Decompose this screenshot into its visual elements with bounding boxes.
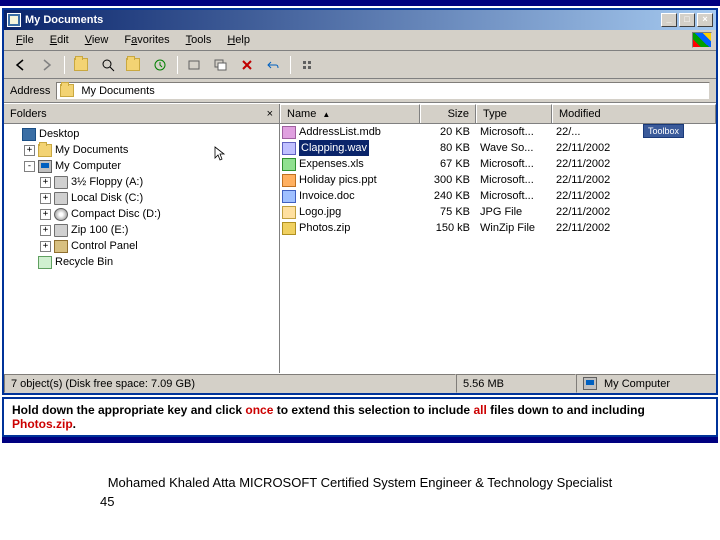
expand-toggle[interactable]: - bbox=[24, 161, 35, 172]
expand-toggle[interactable]: + bbox=[40, 225, 51, 236]
close-button[interactable]: × bbox=[697, 13, 713, 27]
expand-toggle[interactable]: + bbox=[40, 193, 51, 204]
folders-header: Folders × bbox=[4, 104, 279, 124]
page-number: 45 bbox=[100, 494, 720, 509]
tree-cpanel[interactable]: +Control Panel bbox=[40, 238, 279, 254]
tree-floppy[interactable]: +3½ Floppy (A:) bbox=[40, 174, 279, 190]
folders-button[interactable] bbox=[123, 55, 145, 75]
menubar: FileEditViewFavoritesToolsHelp bbox=[4, 30, 716, 51]
menu-favorites[interactable]: Favorites bbox=[116, 32, 177, 48]
folder-icon bbox=[7, 13, 21, 27]
wav-icon bbox=[282, 142, 296, 155]
file-row[interactable]: Holiday pics.ppt300 KBMicrosoft...22/11/… bbox=[280, 172, 716, 188]
status-location: My Computer bbox=[576, 374, 716, 393]
cpanel-icon bbox=[54, 240, 68, 253]
menu-file[interactable]: File bbox=[8, 32, 42, 48]
address-input[interactable]: My Documents bbox=[56, 82, 710, 100]
col-modified[interactable]: Modified bbox=[552, 104, 716, 123]
tree-mycomp[interactable]: -My Computer bbox=[24, 158, 279, 174]
file-row[interactable]: Photos.zip150 kBWinZip File22/11/2002 bbox=[280, 220, 716, 236]
ppt-icon bbox=[282, 174, 296, 187]
drive-icon bbox=[54, 192, 68, 205]
up-button[interactable] bbox=[71, 55, 93, 75]
file-list-pane: Name ▲ Size Type Modified Toolbox Addres… bbox=[280, 104, 716, 373]
instruction-text: Hold down the appropriate key and click … bbox=[2, 397, 718, 437]
minimize-button[interactable]: _ bbox=[661, 13, 677, 27]
statusbar: 7 object(s) (Disk free space: 7.09 GB) 5… bbox=[4, 373, 716, 393]
tree-recycle[interactable]: Recycle Bin bbox=[24, 254, 279, 270]
file-list[interactable]: Toolbox AddressList.mdb20 KBMicrosoft...… bbox=[280, 124, 716, 373]
drive-icon bbox=[54, 224, 68, 237]
menu-view[interactable]: View bbox=[77, 32, 117, 48]
computer-icon bbox=[583, 377, 597, 390]
expand-toggle[interactable]: + bbox=[40, 241, 51, 252]
titlebar[interactable]: My Documents _ □ × bbox=[4, 10, 716, 30]
delete-button[interactable] bbox=[236, 55, 258, 75]
explorer-window: My Documents _ □ × FileEditViewFavorites… bbox=[2, 8, 718, 395]
move-button[interactable] bbox=[184, 55, 206, 75]
drive-icon bbox=[54, 176, 68, 189]
maximize-button[interactable]: □ bbox=[679, 13, 695, 27]
addressbar: Address My Documents bbox=[4, 79, 716, 103]
computer-icon bbox=[38, 160, 52, 173]
folder-icon bbox=[60, 84, 74, 97]
back-button[interactable] bbox=[10, 55, 32, 75]
xls-icon bbox=[282, 158, 296, 171]
jpg-icon bbox=[282, 206, 296, 219]
status-size: 5.56 MB bbox=[456, 374, 576, 393]
expand-toggle[interactable]: + bbox=[40, 177, 51, 188]
menu-help[interactable]: Help bbox=[219, 32, 258, 48]
tree-localc[interactable]: +Local Disk (C:) bbox=[40, 190, 279, 206]
undo-button[interactable] bbox=[262, 55, 284, 75]
copy-button[interactable] bbox=[210, 55, 232, 75]
desktop-icon bbox=[22, 128, 36, 141]
windows-logo-icon bbox=[692, 32, 712, 48]
file-row[interactable]: Clapping.wav80 KBWave So...22/11/2002 bbox=[280, 140, 716, 156]
list-header: Name ▲ Size Type Modified bbox=[280, 104, 716, 124]
db-icon bbox=[282, 126, 296, 139]
expand-toggle[interactable]: + bbox=[24, 145, 35, 156]
content-area: Folders × Desktop+My Documents-My Comput… bbox=[4, 103, 716, 373]
status-objects: 7 object(s) (Disk free space: 7.09 GB) bbox=[4, 374, 456, 393]
cd-icon bbox=[54, 208, 68, 221]
close-pane-button[interactable]: × bbox=[267, 108, 273, 120]
folder-tree[interactable]: Desktop+My Documents-My Computer+3½ Flop… bbox=[4, 124, 279, 373]
folder-icon bbox=[38, 144, 52, 157]
window-title: My Documents bbox=[25, 14, 659, 26]
col-name[interactable]: Name ▲ bbox=[280, 104, 420, 123]
forward-button[interactable] bbox=[36, 55, 58, 75]
zip-icon bbox=[282, 222, 296, 235]
tree-mydocs[interactable]: +My Documents bbox=[24, 142, 279, 158]
file-row[interactable]: Expenses.xls67 KBMicrosoft...22/11/2002 bbox=[280, 156, 716, 172]
folders-pane: Folders × Desktop+My Documents-My Comput… bbox=[4, 104, 280, 373]
menu-tools[interactable]: Tools bbox=[178, 32, 220, 48]
tree-cd[interactable]: +Compact Disc (D:) bbox=[40, 206, 279, 222]
credit-line: Mohamed Khaled Atta MICROSOFT Certified … bbox=[0, 475, 720, 490]
toolbar bbox=[4, 51, 716, 79]
menu-edit[interactable]: Edit bbox=[42, 32, 77, 48]
tree-desktop[interactable]: Desktop bbox=[8, 126, 279, 142]
address-label: Address bbox=[10, 85, 50, 97]
file-row[interactable]: Logo.jpg75 KBJPG File22/11/2002 bbox=[280, 204, 716, 220]
col-type[interactable]: Type bbox=[476, 104, 552, 123]
expand-toggle[interactable]: + bbox=[40, 209, 51, 220]
history-button[interactable] bbox=[149, 55, 171, 75]
address-value: My Documents bbox=[81, 85, 154, 97]
toolbox-badge: Toolbox bbox=[643, 124, 684, 138]
doc-icon bbox=[282, 190, 296, 203]
col-size[interactable]: Size bbox=[420, 104, 476, 123]
search-button[interactable] bbox=[97, 55, 119, 75]
recycle-icon bbox=[38, 256, 52, 269]
tree-zip[interactable]: +Zip 100 (E:) bbox=[40, 222, 279, 238]
file-row[interactable]: Invoice.doc240 KBMicrosoft...22/11/2002 bbox=[280, 188, 716, 204]
views-button[interactable] bbox=[297, 55, 319, 75]
